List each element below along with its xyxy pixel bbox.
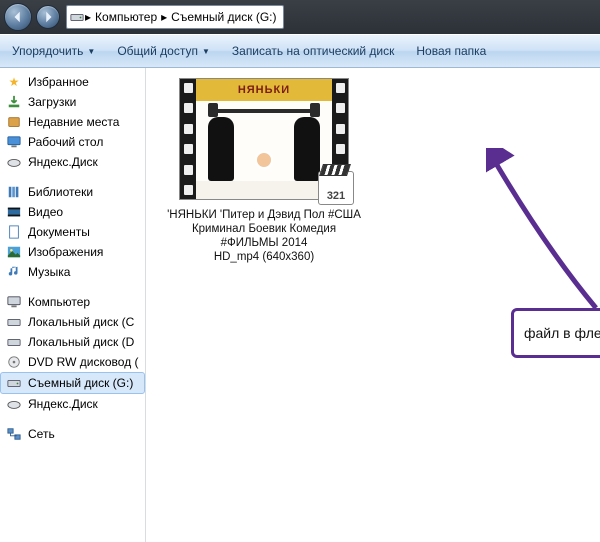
organize-button[interactable]: Упорядочить ▼ xyxy=(8,41,99,61)
chevron-down-icon: ▼ xyxy=(87,47,95,56)
file-thumbnail: НЯНЬКИ 321 xyxy=(179,78,349,200)
disc-icon xyxy=(6,354,22,370)
poster-title: НЯНЬКИ xyxy=(196,79,332,101)
breadcrumb-current[interactable]: Съемный диск (G:) xyxy=(167,10,280,24)
toolbar-label: Новая папка xyxy=(416,44,486,58)
nav-label: Недавние места xyxy=(28,115,119,129)
explorer-window: ▸ Компьютер ▸ Съемный диск (G:) Упорядоч… xyxy=(0,0,600,542)
nav-music[interactable]: Музыка xyxy=(0,262,145,282)
nav-drive-d[interactable]: Локальный диск (D xyxy=(0,332,145,352)
star-icon: ★ xyxy=(6,74,22,90)
breadcrumb-root[interactable]: Компьютер xyxy=(91,10,161,24)
nav-dvd[interactable]: DVD RW дисковод ( xyxy=(0,352,145,372)
burn-button[interactable]: Записать на оптический диск xyxy=(228,41,399,61)
nav-label: Рабочий стол xyxy=(28,135,103,149)
yandex-disk-icon xyxy=(6,154,22,170)
nav-network[interactable]: Сеть xyxy=(0,424,145,444)
computer-icon xyxy=(6,294,22,310)
share-button[interactable]: Общий доступ ▼ xyxy=(113,41,214,61)
nav-label: Избранное xyxy=(28,75,89,89)
nav-label: Локальный диск (D xyxy=(28,335,134,349)
file-caption: 'НЯНЬКИ 'Питер и Дэвид Пол #США Криминал… xyxy=(164,208,364,264)
nav-label: Яндекс.Диск xyxy=(28,155,98,169)
picture-icon xyxy=(6,244,22,260)
video-icon xyxy=(6,204,22,220)
nav-label: Изображения xyxy=(28,245,103,259)
nav-group-favorites: ★ Избранное Загрузки Недавние места xyxy=(0,72,145,172)
nav-yandex-fav[interactable]: Яндекс.Диск xyxy=(0,152,145,172)
caption-line: Криминал Боевик Комедия #ФИЛЬМЫ 2014 xyxy=(164,222,364,250)
yandex-disk-icon xyxy=(6,396,22,412)
drive-icon xyxy=(6,334,22,350)
download-icon xyxy=(6,94,22,110)
nav-label: Сеть xyxy=(28,427,55,441)
annotation-callout: файл в флешке xyxy=(511,308,600,358)
annotation-arrow-icon xyxy=(486,148,600,318)
arrow-right-icon xyxy=(41,10,55,24)
annotation-text: файл в флешке xyxy=(524,325,600,341)
nav-documents[interactable]: Документы xyxy=(0,222,145,242)
toolbar: Упорядочить ▼ Общий доступ ▼ Записать на… xyxy=(0,34,600,68)
nav-libraries[interactable]: Библиотеки xyxy=(0,182,145,202)
network-icon xyxy=(6,426,22,442)
nav-downloads[interactable]: Загрузки xyxy=(0,92,145,112)
nav-group-computer: Компьютер Локальный диск (С Локальный ди… xyxy=(0,292,145,414)
caption-line: 'НЯНЬКИ 'Питер и Дэвид Пол #США xyxy=(164,208,364,222)
library-icon xyxy=(6,184,22,200)
toolbar-label: Упорядочить xyxy=(12,44,83,58)
nav-label: Музыка xyxy=(28,265,70,279)
desktop-icon xyxy=(6,134,22,150)
nav-label: Яндекс.Диск xyxy=(28,397,98,411)
nav-drive-c[interactable]: Локальный диск (С xyxy=(0,312,145,332)
nav-label: Библиотеки xyxy=(28,185,93,199)
media-player-badge-icon: 321 xyxy=(318,171,354,205)
toolbar-label: Записать на оптический диск xyxy=(232,44,395,58)
nav-label: Локальный диск (С xyxy=(28,315,134,329)
nav-computer[interactable]: Компьютер xyxy=(0,292,145,312)
new-folder-button[interactable]: Новая папка xyxy=(412,41,490,61)
recent-icon xyxy=(6,114,22,130)
caption-line: HD_mp4 (640x360) xyxy=(164,250,364,264)
drive-icon xyxy=(6,375,22,391)
poster-image: НЯНЬКИ xyxy=(196,79,332,199)
nav-recent[interactable]: Недавние места xyxy=(0,112,145,132)
nav-label: Загрузки xyxy=(28,95,76,109)
address-bar: ▸ Компьютер ▸ Съемный диск (G:) xyxy=(0,0,600,34)
nav-video[interactable]: Видео xyxy=(0,202,145,222)
content-pane[interactable]: НЯНЬКИ 321 'НЯНЬКИ 'Питер и Дэви xyxy=(146,68,600,542)
nav-label: Документы xyxy=(28,225,90,239)
chevron-down-icon: ▼ xyxy=(202,47,210,56)
nav-pictures[interactable]: Изображения xyxy=(0,242,145,262)
forward-button[interactable] xyxy=(36,5,60,29)
explorer-body: ★ Избранное Загрузки Недавние места xyxy=(0,68,600,542)
filmstrip-left-icon xyxy=(180,79,196,199)
nav-yandex-comp[interactable]: Яндекс.Диск xyxy=(0,394,145,414)
nav-label: Компьютер xyxy=(28,295,90,309)
nav-desktop[interactable]: Рабочий стол xyxy=(0,132,145,152)
drive-icon xyxy=(69,9,85,25)
arrow-left-icon xyxy=(11,10,25,24)
back-button[interactable] xyxy=(4,3,32,31)
nav-pane: ★ Избранное Загрузки Недавние места xyxy=(0,68,146,542)
nav-drive-g[interactable]: Съемный диск (G:) xyxy=(0,372,145,394)
nav-label: DVD RW дисковод ( xyxy=(28,355,139,369)
breadcrumb[interactable]: ▸ Компьютер ▸ Съемный диск (G:) xyxy=(66,5,284,29)
drive-icon xyxy=(6,314,22,330)
toolbar-label: Общий доступ xyxy=(117,44,198,58)
file-item[interactable]: НЯНЬКИ 321 'НЯНЬКИ 'Питер и Дэви xyxy=(164,78,364,264)
nav-group-network: Сеть xyxy=(0,424,145,444)
nav-group-libraries: Библиотеки Видео Документы xyxy=(0,182,145,282)
music-icon xyxy=(6,264,22,280)
nav-favorites[interactable]: ★ Избранное xyxy=(0,72,145,92)
nav-label: Съемный диск (G:) xyxy=(28,376,133,390)
document-icon xyxy=(6,224,22,240)
nav-label: Видео xyxy=(28,205,63,219)
